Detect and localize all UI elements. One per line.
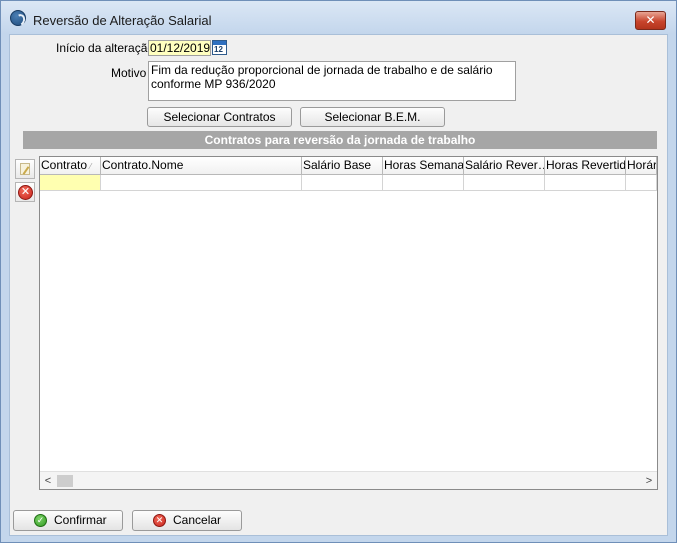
scroll-thumb[interactable] <box>57 475 73 487</box>
column-header-contrato[interactable]: Contrato ⁄ <box>40 157 101 175</box>
column-header-horas-revertido[interactable]: Horas Revertido <box>545 157 626 175</box>
cancel-icon: ✕ <box>153 514 166 527</box>
confirmar-label: Confirmar <box>54 513 107 527</box>
delete-icon: ✕ <box>18 185 33 200</box>
delete-button[interactable]: ✕ <box>15 182 35 202</box>
motivo-textarea[interactable]: Fim da redução proporcional de jornada d… <box>148 61 516 101</box>
calendar-icon-day: 12 <box>214 45 223 54</box>
contracts-grid[interactable]: Contrato ⁄ Contrato.Nome Salário Base Hor… <box>39 156 658 490</box>
selecionar-bem-button[interactable]: Selecionar B.E.M. <box>300 107 445 127</box>
column-header-label: Contrato <box>41 158 88 172</box>
column-header-contrato-nome[interactable]: Contrato.Nome <box>101 157 302 175</box>
scroll-right-icon[interactable]: > <box>643 474 655 488</box>
confirmar-button[interactable]: ✓ Confirmar <box>13 510 123 531</box>
table-cell[interactable] <box>464 175 545 191</box>
inicio-date-input[interactable]: 01/12/2019 <box>148 40 211 56</box>
table-cell[interactable] <box>626 175 657 191</box>
section-title: Contratos para reversão da jornada de tr… <box>23 131 657 149</box>
dialog-window: Reversão de Alteração Salarial ✕ Início … <box>0 0 677 543</box>
window-title: Reversão de Alteração Salarial <box>33 13 212 28</box>
motivo-label: Motivo <box>111 66 147 80</box>
grid-header: Contrato ⁄ Contrato.Nome Salário Base Hor… <box>40 157 657 175</box>
calendar-icon[interactable]: 12 <box>212 40 227 55</box>
dialog-body: Início da alteração 01/12/2019 12 Motivo… <box>9 34 668 536</box>
inicio-label: Início da alteração <box>56 41 155 55</box>
cancelar-label: Cancelar <box>173 513 222 527</box>
table-cell[interactable] <box>101 175 302 191</box>
table-cell[interactable] <box>545 175 626 191</box>
table-cell[interactable] <box>302 175 383 191</box>
column-header-horas-semanais[interactable]: Horas Semanais <box>383 157 464 175</box>
column-header-salario-base[interactable]: Salário Base <box>302 157 383 175</box>
app-logo-icon <box>10 10 26 26</box>
close-button[interactable]: ✕ <box>635 11 666 30</box>
edit-button[interactable] <box>15 159 35 179</box>
sort-icon: ⁄ <box>90 162 92 171</box>
column-header-salario-revertido[interactable]: Salário Rever… <box>464 157 545 175</box>
check-icon: ✓ <box>34 514 47 527</box>
table-cell[interactable] <box>40 175 101 191</box>
cancelar-button[interactable]: ✕ Cancelar <box>132 510 242 531</box>
edit-icon <box>20 163 30 175</box>
horizontal-scrollbar[interactable]: < > <box>40 471 657 489</box>
selecionar-contratos-button[interactable]: Selecionar Contratos <box>147 107 292 127</box>
title-bar[interactable]: Reversão de Alteração Salarial ✕ <box>1 1 676 34</box>
scroll-left-icon[interactable]: < <box>42 474 54 488</box>
table-cell[interactable] <box>383 175 464 191</box>
column-header-horario[interactable]: Horár <box>626 157 657 175</box>
